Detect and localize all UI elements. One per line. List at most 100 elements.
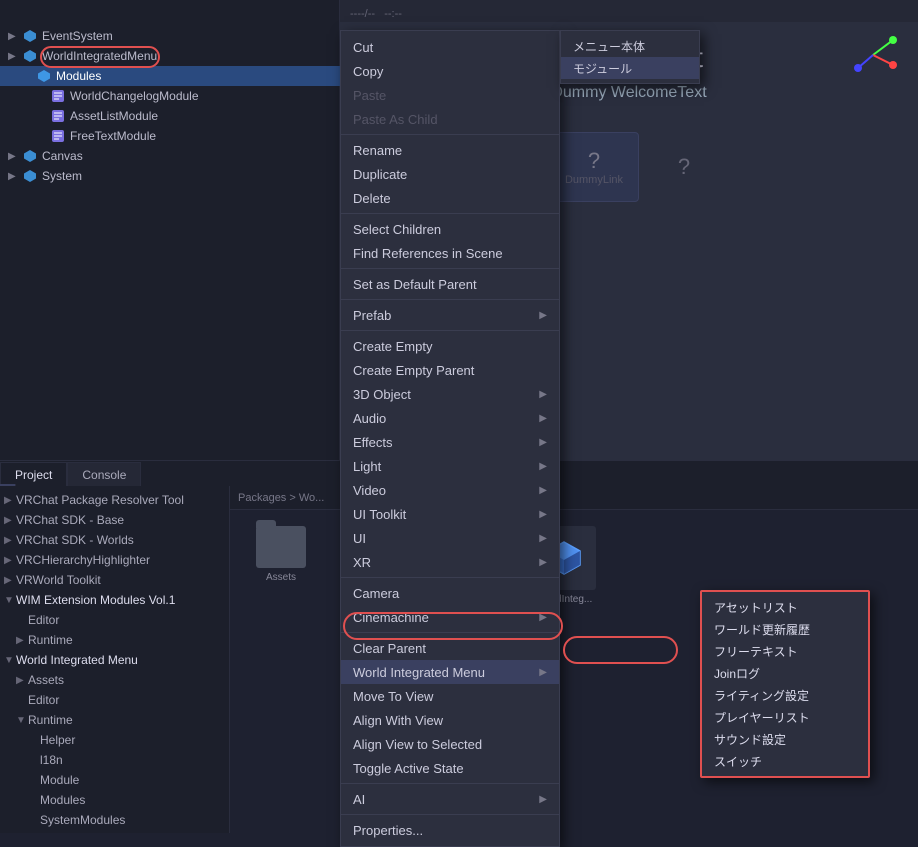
gameobject-icon <box>50 128 66 144</box>
menu-item-label: Effects <box>353 435 393 450</box>
context-menu-item-move-to-view[interactable]: Move To View <box>341 684 559 708</box>
context-menu-item-ui[interactable]: UI▶ <box>341 526 559 550</box>
context-menu-item-prefab[interactable]: Prefab▶ <box>341 303 559 327</box>
project-sidebar-item[interactable]: ▼WIM Extension Modules Vol.1 <box>0 590 229 610</box>
modules-submenu-item-アセットリスト[interactable]: アセットリスト <box>702 596 868 618</box>
modules-submenu-item-Joinログ[interactable]: Joinログ <box>702 662 868 684</box>
context-menu-item-paste-as-child: Paste As Child <box>341 107 559 131</box>
context-menu-item-clear-parent[interactable]: Clear Parent <box>341 636 559 660</box>
hierarchy-item-canvas[interactable]: ▶Canvas <box>0 146 340 166</box>
context-menu-item-xr[interactable]: XR ▶ <box>341 550 559 574</box>
wim-submenu-label: モジュール <box>573 60 632 77</box>
context-menu-item-create-empty-parent[interactable]: Create Empty Parent <box>341 358 559 382</box>
project-sidebar-item[interactable]: Modules <box>0 790 229 810</box>
modules-submenu-item-フリーテキスト[interactable]: フリーテキスト <box>702 640 868 662</box>
context-menu-item-toggle-active-state[interactable]: Toggle Active State <box>341 756 559 780</box>
context-menu-separator <box>341 268 559 269</box>
context-menu-item-effects[interactable]: Effects▶ <box>341 430 559 454</box>
hierarchy-item-eventsystem[interactable]: ▶EventSystem <box>0 26 340 46</box>
project-sidebar-item[interactable]: Module <box>0 770 229 790</box>
project-sidebar: ▶VRChat Package Resolver Tool▶VRChat SDK… <box>0 486 230 833</box>
menu-item-label: UI Toolkit <box>353 507 406 522</box>
submenu-modules: アセットリストワールド更新履歴フリーテキストJoinログライティング設定プレイヤ… <box>700 590 870 778</box>
menu-item-label: Copy <box>353 64 383 79</box>
context-menu-item-set-as-default-parent[interactable]: Set as Default Parent <box>341 272 559 296</box>
context-menu-item-ui-toolkit[interactable]: UI Toolkit▶ <box>341 502 559 526</box>
project-sidebar-item[interactable]: Editor <box>0 690 229 710</box>
submenu-arrow-icon: ▶ <box>539 794 547 805</box>
project-sidebar-item[interactable]: ▼World Integrated Menu <box>0 650 229 670</box>
project-sidebar-item[interactable]: l18n <box>0 750 229 770</box>
hierarchy-item-system[interactable]: ▶System <box>0 166 340 186</box>
assets-folder[interactable]: Assets <box>246 526 316 583</box>
scene-coords: ----/-- --:-- <box>350 8 402 20</box>
project-sidebar-item[interactable]: ▶VRChat SDK - Base <box>0 510 229 530</box>
sidebar-item-label: Assets <box>28 673 64 687</box>
submenu-arrow-icon: ▶ <box>539 557 547 568</box>
hierarchy-list: ▶EventSystem▶WorldIntegratedMenuModulesW… <box>0 22 340 190</box>
submenu-arrow-icon: ▶ <box>539 485 547 496</box>
context-menu-item-align-view-to-selected[interactable]: Align View to Selected <box>341 732 559 756</box>
context-menu-item-find-references-in-scene[interactable]: Find References in Scene <box>341 241 559 265</box>
menu-item-label: XR <box>353 555 371 570</box>
project-sidebar-item[interactable]: ▶VRChat SDK - Worlds <box>0 530 229 550</box>
project-sidebar-item[interactable]: ▶Assets <box>0 670 229 690</box>
project-sidebar-item[interactable]: ▶VRChat Package Resolver Tool <box>0 490 229 510</box>
context-menu-item-rename[interactable]: Rename <box>341 138 559 162</box>
sidebar-arrow: ▶ <box>4 535 16 546</box>
context-menu-item-light[interactable]: Light▶ <box>341 454 559 478</box>
modules-submenu-item-プレイヤーリスト[interactable]: プレイヤーリスト <box>702 706 868 728</box>
context-menu-item-video[interactable]: Video▶ <box>341 478 559 502</box>
submenu-arrow-icon: ▶ <box>539 389 547 400</box>
modules-submenu-item-ライティング設定[interactable]: ライティング設定 <box>702 684 868 706</box>
project-sidebar-item[interactable]: ▶VRCHierarchyHighlighter <box>0 550 229 570</box>
modules-submenu-label: プレイヤーリスト <box>714 709 810 726</box>
context-menu-item-create-empty[interactable]: Create Empty <box>341 334 559 358</box>
wim-submenu-item-モジュール[interactable]: モジュール <box>561 57 699 79</box>
context-menu-item-delete[interactable]: Delete <box>341 186 559 210</box>
wim-submenu-label: メニュー本体 <box>573 38 645 55</box>
tab-project[interactable]: Project <box>0 462 67 486</box>
context-menu-item-align-with-view[interactable]: Align With View <box>341 708 559 732</box>
hierarchy-item-label: FreeTextModule <box>70 129 156 143</box>
context-menu-separator <box>341 814 559 815</box>
hierarchy-item-modules[interactable]: Modules <box>0 66 340 86</box>
context-menu-item-world-integrated-menu[interactable]: World Integrated Menu▶ <box>341 660 559 684</box>
dummy-link-box: ? DummyLink <box>549 132 639 202</box>
context-menu-item-select-children[interactable]: Select Children <box>341 217 559 241</box>
context-menu-item-cut[interactable]: Cut <box>341 35 559 59</box>
modules-submenu-item-ワールド更新履歴[interactable]: ワールド更新履歴 <box>702 618 868 640</box>
context-menu-item-properties[interactable]: Properties... <box>341 818 559 842</box>
project-sidebar-item[interactable]: Helper <box>0 730 229 750</box>
context-menu-item-camera[interactable]: Camera <box>341 581 559 605</box>
menu-item-label: Set as Default Parent <box>353 277 477 292</box>
tab-console[interactable]: Console <box>67 462 141 486</box>
project-sidebar-item[interactable]: ▼Runtime <box>0 710 229 730</box>
hierarchy-item-freetextmodule[interactable]: FreeTextModule <box>0 126 340 146</box>
context-menu-item-audio[interactable]: Audio▶ <box>341 406 559 430</box>
hierarchy-item-worldintegratedmenu[interactable]: ▶WorldIntegratedMenu <box>0 46 340 66</box>
menu-item-label: Toggle Active State <box>353 761 464 776</box>
hierarchy-item-label: EventSystem <box>42 29 113 43</box>
menu-item-label: Delete <box>353 191 391 206</box>
project-path: Packages > Wo... <box>230 486 918 510</box>
context-menu-item-duplicate[interactable]: Duplicate <box>341 162 559 186</box>
project-sidebar-item[interactable]: Editor <box>0 610 229 630</box>
hierarchy-item-worldchangelogmodule[interactable]: WorldChangelogModule <box>0 86 340 106</box>
modules-submenu-item-スイッチ[interactable]: スイッチ <box>702 750 868 772</box>
hierarchy-item-label: WorldIntegratedMenu <box>42 49 157 63</box>
project-sidebar-item[interactable]: SystemModules <box>0 810 229 830</box>
hierarchy-item-assetlistmodule[interactable]: AssetListModule <box>0 106 340 126</box>
sidebar-arrow: ▶ <box>4 555 16 566</box>
project-sidebar-item[interactable]: ▶Runtime <box>0 630 229 650</box>
hierarchy-arrow: ▶ <box>8 171 22 182</box>
context-menu-item-copy[interactable]: Copy <box>341 59 559 83</box>
submenu-arrow-icon: ▶ <box>539 667 547 678</box>
context-menu-item-cinemachine[interactable]: Cinemachine▶ <box>341 605 559 629</box>
project-sidebar-item[interactable]: ▶VRWorld Toolkit <box>0 570 229 590</box>
context-menu-item-3d-object[interactable]: 3D Object▶ <box>341 382 559 406</box>
wim-submenu-item-メニュー本体[interactable]: メニュー本体 <box>561 35 699 57</box>
context-menu-item-ai[interactable]: AI▶ <box>341 787 559 811</box>
modules-submenu-item-サウンド設定[interactable]: サウンド設定 <box>702 728 868 750</box>
menu-item-label: Camera <box>353 586 399 601</box>
